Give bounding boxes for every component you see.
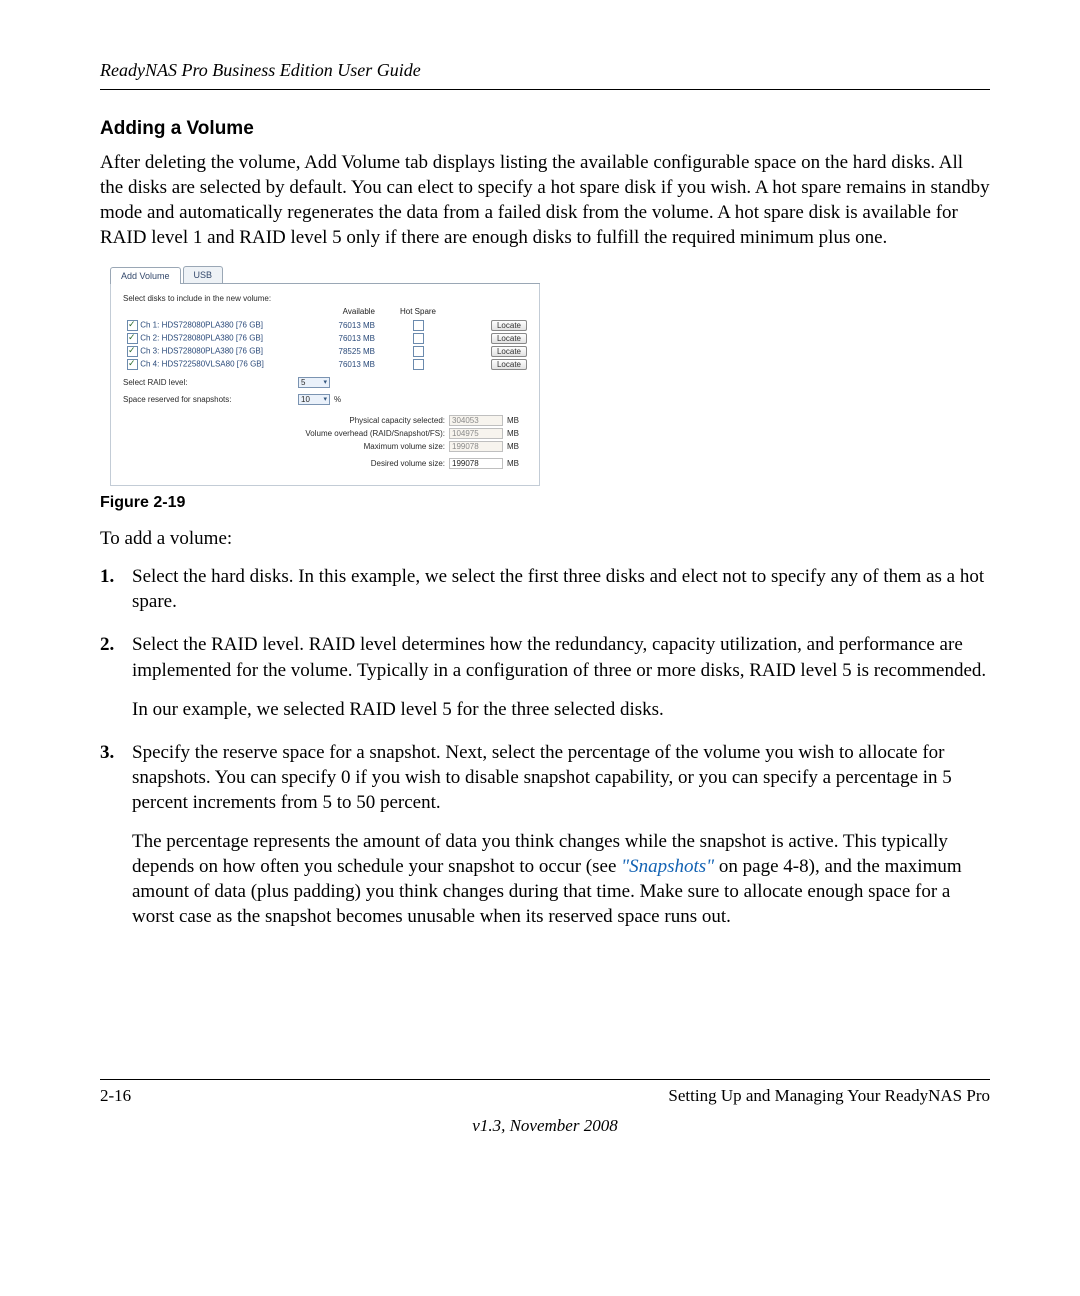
hot-spare-checkbox[interactable] <box>413 320 424 331</box>
locate-button[interactable]: Locate <box>491 320 527 331</box>
unit-mb: MB <box>507 429 527 438</box>
raid-level-select[interactable]: 5▾ <box>298 377 330 388</box>
raid-level-label: Select RAID level: <box>123 378 298 387</box>
snapshot-reserve-select[interactable]: 10▾ <box>298 394 330 405</box>
page-number: 2-16 <box>100 1086 131 1106</box>
physical-capacity-value: 304053 <box>449 415 503 426</box>
volume-overhead-label: Volume overhead (RAID/Snapshot/FS): <box>305 429 445 438</box>
running-header: ReadyNAS Pro Business Edition User Guide <box>100 60 990 81</box>
step-2: Select the RAID level. RAID level determ… <box>100 632 990 721</box>
chapter-title: Setting Up and Managing Your ReadyNAS Pr… <box>668 1086 990 1106</box>
volume-overhead-value: 104975 <box>449 428 503 439</box>
disk-available: 76013 MB <box>291 319 379 332</box>
disk-checkbox[interactable] <box>127 333 138 344</box>
locate-button[interactable]: Locate <box>491 359 527 370</box>
hot-spare-checkbox[interactable] <box>413 333 424 344</box>
footer-rule <box>100 1079 990 1080</box>
locate-button[interactable]: Locate <box>491 346 527 357</box>
unit-mb: MB <box>507 442 527 451</box>
unit-mb: MB <box>507 416 527 425</box>
add-volume-screenshot: Add Volume USB Select disks to include i… <box>110 266 540 486</box>
disk-row: Ch 1: HDS728080PLA380 [76 GB] 76013 MB L… <box>123 319 527 332</box>
snapshot-unit: % <box>334 395 341 404</box>
disk-available: 76013 MB <box>291 332 379 345</box>
disk-checkbox[interactable] <box>127 320 138 331</box>
disk-checkbox[interactable] <box>127 359 138 370</box>
desired-volume-input[interactable]: 199078 <box>449 458 503 469</box>
snapshot-reserve-label: Space reserved for snapshots: <box>123 395 298 404</box>
disk-name: Ch 2: HDS728080PLA380 [76 GB] <box>140 334 263 343</box>
disk-row: Ch 4: HDS722580VLSA80 [76 GB] 76013 MB L… <box>123 358 527 371</box>
disk-checkbox[interactable] <box>127 346 138 357</box>
unit-mb: MB <box>507 459 527 468</box>
column-available: Available <box>291 307 379 319</box>
disk-row: Ch 2: HDS728080PLA380 [76 GB] 76013 MB L… <box>123 332 527 345</box>
intro-paragraph: After deleting the volume, Add Volume ta… <box>100 150 990 250</box>
disk-available: 78525 MB <box>291 345 379 358</box>
desired-volume-label: Desired volume size: <box>371 459 445 468</box>
hot-spare-checkbox[interactable] <box>413 346 424 357</box>
doc-version: v1.3, November 2008 <box>100 1116 990 1136</box>
max-volume-label: Maximum volume size: <box>364 442 445 451</box>
figure-caption: Figure 2-19 <box>100 494 990 512</box>
disk-name: Ch 3: HDS728080PLA380 [76 GB] <box>140 347 263 356</box>
step-3: Specify the reserve space for a snapshot… <box>100 740 990 930</box>
step-2-continuation: In our example, we selected RAID level 5… <box>132 697 990 722</box>
step-3-continuation: The percentage represents the amount of … <box>132 829 990 929</box>
physical-capacity-label: Physical capacity selected: <box>349 416 445 425</box>
hot-spare-checkbox[interactable] <box>413 359 424 370</box>
max-volume-value: 199078 <box>449 441 503 452</box>
column-hot-spare: Hot Spare <box>379 307 457 319</box>
locate-button[interactable]: Locate <box>491 333 527 344</box>
disk-row: Ch 3: HDS728080PLA380 [76 GB] 78525 MB L… <box>123 345 527 358</box>
disk-available: 76013 MB <box>291 358 379 371</box>
tab-add-volume[interactable]: Add Volume <box>110 267 181 284</box>
tab-usb[interactable]: USB <box>183 266 224 283</box>
disk-select-label: Select disks to include in the new volum… <box>123 294 527 303</box>
header-rule <box>100 89 990 90</box>
steps-lead-in: To add a volume: <box>100 528 990 550</box>
disk-name: Ch 1: HDS728080PLA380 [76 GB] <box>140 321 263 330</box>
step-1: Select the hard disks. In this example, … <box>100 564 990 614</box>
section-heading: Adding a Volume <box>100 118 990 140</box>
disk-name: Ch 4: HDS722580VLSA80 [76 GB] <box>140 360 264 369</box>
snapshots-link[interactable]: "Snapshots" <box>621 856 714 877</box>
